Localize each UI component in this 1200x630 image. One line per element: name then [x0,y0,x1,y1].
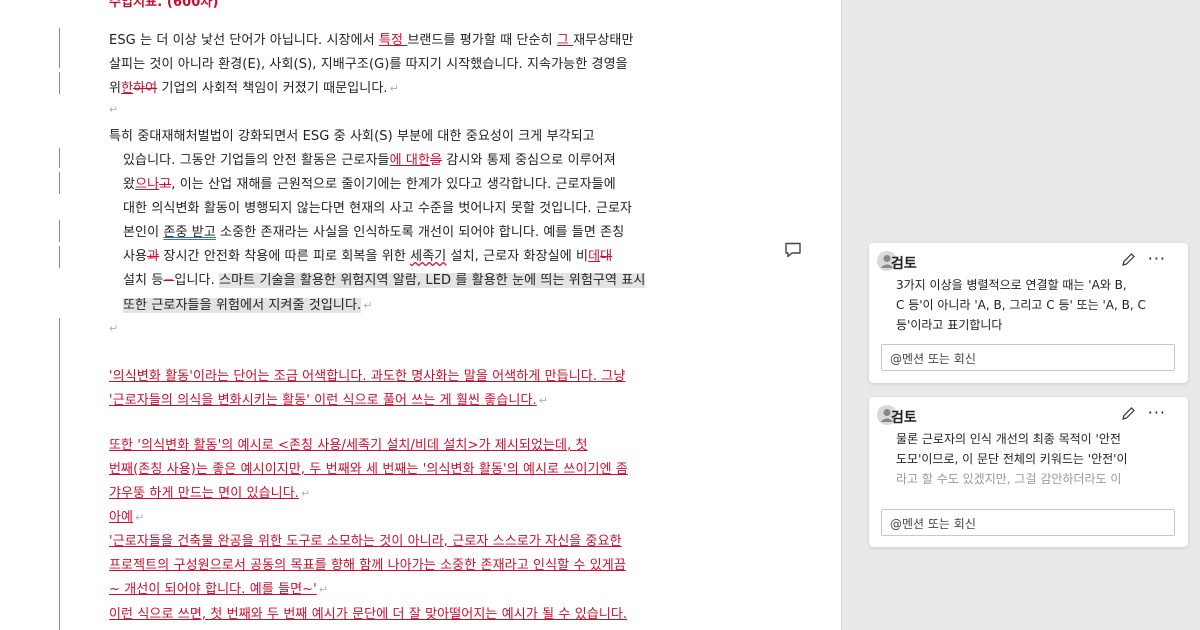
more-icon[interactable]: ··· [1148,249,1166,268]
change-bar [59,220,60,242]
change-bar [59,72,60,94]
deletion: 과 [147,249,160,264]
insertion: 데 [588,249,601,264]
deletion: 대 [600,249,613,264]
change-bar [59,28,60,68]
doc-line[interactable]: 또한 근로자들을 위험에서 지켜줄 것입니다. ↵ [123,294,373,313]
deletion: 하여 [133,81,158,96]
paragraph-mark-icon: ↵ [109,322,119,335]
comment-author: 검토 [891,256,917,272]
grammar-flag: 존중 받고 [163,225,216,240]
doc-line[interactable]: 위한하여 기업의 사회적 책임이 커졌기 때문입니다. ↵ [109,77,399,96]
section-heading: 수입지표. (600자) [109,0,219,10]
spelling-flag: 세족기 [410,249,447,264]
insertion: 한 [121,81,134,96]
paragraph-mark-icon: ↵ [109,103,119,116]
deletion: 을 [430,153,443,168]
paragraph-mark-icon: ↵ [135,511,145,524]
change-bar [59,246,60,268]
comment-text: 물론 근로자의 인식 개선의 최종 목적이 '안전 도모'이므로, 이 문단 전… [896,432,1128,486]
doc-line[interactable]: 이런 식으로 쓰면, 첫 번째와 두 번째 예시가 문단에 더 잘 맞아떨어지는… [109,603,627,622]
doc-line[interactable]: 특히 중대재해처벌법이 강화되면서 ESG 중 사회(S) 부분에 대한 중요성… [109,125,595,144]
insertion: 특정 [378,33,408,48]
paragraph-mark-icon: ↵ [318,583,329,596]
doc-line[interactable]: 설치 등−입니다. 스마트 기술을 활용한 위험지역 알람, LED 를 활용한… [123,269,646,288]
paragraph-mark-icon: ↵ [363,299,373,312]
deletion: − [163,273,175,288]
insertion: 그 [556,33,574,48]
reply-input[interactable]: @멘션 또는 회신 [881,344,1175,371]
paragraph-mark-icon: ↵ [538,394,549,407]
paragraph-mark-icon: ↵ [301,487,311,500]
spelling-flag: 세족기 [345,438,383,453]
change-bar [59,172,60,194]
doc-line[interactable]: 대한 의식변화 활동이 병행되지 않는다면 현재의 사고 수준을 벗어나지 못할… [123,197,632,216]
doc-line[interactable]: 아예 ↵ [109,506,144,525]
more-icon[interactable]: ··· [1148,403,1166,422]
doc-line[interactable]: '의식변화 활동'이라는 단어는 조금 어색합니다. 과도한 명사화는 말을 어… [109,365,625,384]
change-bar [59,318,60,630]
doc-line[interactable]: 갸우뚱 하게 만드는 면이 있습니다. ↵ [109,482,310,501]
document-page[interactable]: 수입지표. (600자) ESG 는 더 이상 낯선 단어가 아닙니다. 시장에… [0,0,842,630]
reply-input[interactable]: @멘션 또는 회신 [881,509,1175,536]
comment-card[interactable]: 검토 ··· 물론 근로자의 인식 개선의 최종 목적이 '안전 도모'이므로,… [869,397,1188,547]
doc-line[interactable]: ESG 는 더 이상 낯선 단어가 아닙니다. 시장에서 특정 브랜드를 평가할… [109,29,634,48]
doc-line[interactable]: 또한 '의식변화 활동'의 예시로 <존칭 사용/세족기 설치/비데 설치>가 … [109,434,588,453]
doc-line[interactable]: 있습니다. 그동안 기업들의 안전 활동은 근로자들에 대한을 감시와 통제 중… [123,149,616,168]
paragraph-mark-icon: ↵ [389,82,399,95]
comment-author: 검토 [891,410,917,426]
comment-text: 3가지 이상을 병렬적으로 연결할 때는 'A와 B, C 등'이 아니라 'A… [896,278,1146,332]
edit-icon[interactable] [1121,252,1136,267]
doc-line[interactable]: '근로자들의 의식을 변화시키는 활동' 이런 식으로 풀어 쓰는 게 훨씬 좋… [109,389,548,408]
insertion: 에 대한 [389,153,431,168]
comment-card[interactable]: 검토 ··· 3가지 이상을 병렬적으로 연결할 때는 'A와 B, C 등'이… [869,243,1188,383]
doc-line[interactable]: 번째(존칭 사용)는 좋은 예시이지만, 두 번째와 세 번째는 '의식변화 활… [109,458,628,477]
doc-line[interactable]: 왔으나고, 이는 산업 재해를 근원적으로 줄이기에는 한계가 있다고 생각합니… [123,173,616,192]
comment-icon[interactable] [784,242,802,258]
edit-icon[interactable] [1121,406,1136,421]
change-bar [59,148,60,168]
doc-line[interactable]: 본인이 존중 받고 소중한 존재라는 사실을 인식하도록 개선이 되어야 합니다… [123,221,624,240]
insertion: 으나 [135,177,160,192]
doc-line[interactable]: ~ 개선이 되어야 합니다. 예를 들면~' ↵ [109,578,328,597]
doc-line[interactable]: 사용과 장시간 안전화 착용에 따른 피로 회복을 위한 세족기 설치, 근로자… [123,245,612,264]
doc-line[interactable]: 프로젝트의 구성원으로서 공동의 목표를 향해 함께 나아가는 소중한 존재라고… [109,554,626,573]
commented-text: 또한 근로자들을 위험에서 지켜줄 것입니다. [123,298,362,313]
commented-text: 스마트 기술을 활용한 위험지역 알람, LED 를 활용한 눈에 띄는 위험구… [219,273,646,288]
doc-line[interactable]: 살피는 것이 아니라 환경(E), 사회(S), 지배구조(G)를 따지기 시작… [109,53,628,72]
deletion: 고 [159,177,172,192]
doc-line[interactable]: '근로자들을 건축물 완공을 위한 도구로 소모하는 것이 아니라, 근로자 스… [109,530,622,549]
